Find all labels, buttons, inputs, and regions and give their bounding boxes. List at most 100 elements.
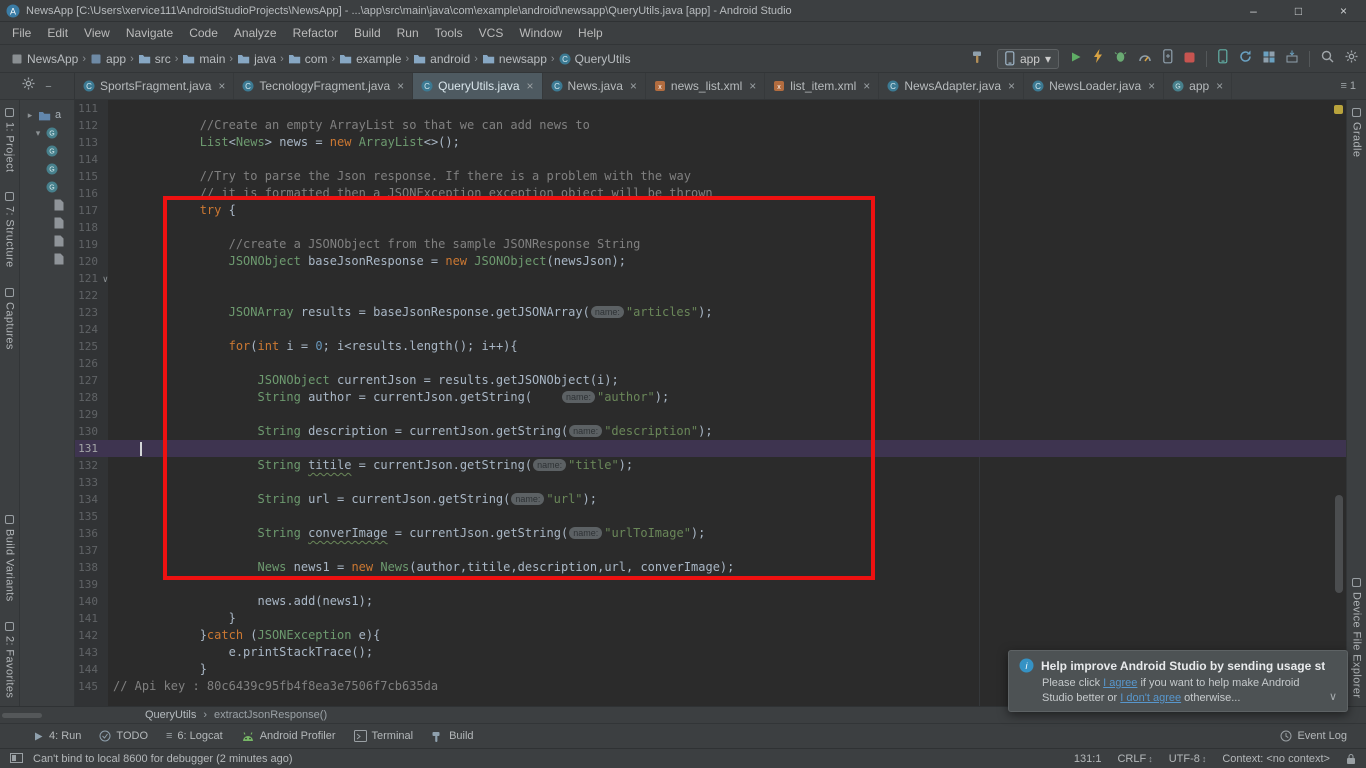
close-tab-icon[interactable]: × <box>630 79 637 93</box>
layout-inspector-button[interactable] <box>1263 50 1275 68</box>
line-number[interactable]: 135 <box>75 508 108 525</box>
tool-window-button-device-file-explorer[interactable]: Device File Explorer <box>1351 577 1363 698</box>
code-line[interactable]: 142 }catch (JSONException e){ <box>75 627 1346 644</box>
project-tree-item[interactable]: G <box>20 178 74 196</box>
project-tree-item[interactable] <box>20 232 74 250</box>
tool-window-button-1-project[interactable]: 1: Project <box>4 108 16 172</box>
navbar-item-src[interactable]: src <box>135 50 174 68</box>
code-line[interactable]: 121 ∨ <box>75 270 1346 287</box>
code-line[interactable]: 130 String description = currentJson.get… <box>75 423 1346 440</box>
attach-debugger-button[interactable] <box>1163 48 1173 69</box>
code-line[interactable]: 119 //create a JSONObject from the sampl… <box>75 236 1346 253</box>
code-line[interactable]: 131 <box>75 440 1346 457</box>
project-tree-item[interactable]: G <box>20 142 74 160</box>
tab-tecnologyfragment-java[interactable]: C TecnologyFragment.java × <box>234 73 414 99</box>
navbar-item-newsapp[interactable]: NewsApp <box>8 50 81 68</box>
tool-window-button-7-structure[interactable]: 7: Structure <box>4 192 16 268</box>
line-number[interactable]: 143 <box>75 644 108 661</box>
status-widget-utf-8[interactable]: UTF-8 ↕ <box>1169 753 1207 765</box>
project-tree-item[interactable] <box>20 196 74 214</box>
navbar-item-example[interactable]: example <box>336 50 404 68</box>
close-tab-icon[interactable]: × <box>527 79 534 93</box>
code-line[interactable]: 116 // it is formatted then a JSONExcept… <box>75 185 1346 202</box>
navbar-item-queryutils[interactable]: C QueryUtils <box>556 50 634 68</box>
menu-edit[interactable]: Edit <box>39 23 76 43</box>
project-tree-item[interactable]: G <box>20 160 74 178</box>
menu-vcs[interactable]: VCS <box>471 23 512 43</box>
device-manager-button[interactable] <box>1218 48 1228 69</box>
maximize-button[interactable]: □ <box>1276 0 1321 21</box>
breadcrumb-method[interactable]: extractJsonResponse() <box>214 709 327 721</box>
i-dont-agree-link[interactable]: I don't agree <box>1120 692 1181 704</box>
code-line[interactable]: 141 } <box>75 610 1346 627</box>
line-number[interactable]: 145 <box>75 678 108 695</box>
code-line[interactable]: 126 <box>75 355 1346 372</box>
run-config-dropdown[interactable]: app ▾ <box>996 48 1059 69</box>
code-line[interactable]: 128 String author = currentJson.getStrin… <box>75 389 1346 406</box>
code-line[interactable]: 123 JSONArray results = baseJsonResponse… <box>75 304 1346 321</box>
menu-window[interactable]: Window <box>511 23 570 43</box>
menu-analyze[interactable]: Analyze <box>226 23 285 43</box>
project-tree-item[interactable] <box>20 214 74 232</box>
line-number[interactable]: 120 <box>75 253 108 270</box>
readonly-lock-button[interactable] <box>1346 753 1356 765</box>
hidden-tabs-dropdown[interactable]: ≡ 1 <box>1330 73 1366 99</box>
tool-button-4-run[interactable]: 4: Run <box>24 724 90 748</box>
profile-button[interactable] <box>1138 50 1152 68</box>
line-number[interactable]: 124 <box>75 321 108 338</box>
line-number[interactable]: 128 <box>75 389 108 406</box>
inspections-indicator[interactable] <box>1334 105 1343 114</box>
code-line[interactable]: 120 JSONObject baseJsonResponse = new JS… <box>75 253 1346 270</box>
code-line[interactable]: 137 <box>75 542 1346 559</box>
line-number[interactable]: 139 <box>75 576 108 593</box>
minimize-button[interactable]: – <box>1231 0 1276 21</box>
code-line[interactable]: 118 <box>75 219 1346 236</box>
code-line[interactable]: 112 //Create an empty ArrayList so that … <box>75 117 1346 134</box>
line-number[interactable]: 122 <box>75 287 108 304</box>
navbar-item-com[interactable]: com <box>285 50 331 68</box>
panel-settings-button[interactable] <box>22 77 35 95</box>
code-line[interactable]: 133 <box>75 474 1346 491</box>
code-line[interactable]: 129 <box>75 406 1346 423</box>
line-number[interactable]: 129 <box>75 406 108 423</box>
menu-view[interactable]: View <box>76 23 118 43</box>
close-tab-icon[interactable]: × <box>749 79 756 93</box>
make-project-button[interactable] <box>971 49 986 69</box>
line-number[interactable]: 116 <box>75 185 108 202</box>
navbar-item-java[interactable]: java <box>234 50 279 68</box>
line-number[interactable]: 111 <box>75 100 108 117</box>
tab-queryutils-java[interactable]: C QueryUtils.java × <box>413 73 543 99</box>
line-number[interactable]: 136 <box>75 525 108 542</box>
menu-build[interactable]: Build <box>346 23 389 43</box>
line-number[interactable]: 123 <box>75 304 108 321</box>
status-widget-context-no-context[interactable]: Context: <no context> <box>1222 753 1330 765</box>
project-tree-item[interactable] <box>20 250 74 268</box>
run-button[interactable] <box>1070 50 1082 68</box>
close-tab-icon[interactable]: × <box>1008 79 1015 93</box>
line-number[interactable]: 140 <box>75 593 108 610</box>
tool-button-todo[interactable]: TODO <box>90 724 157 748</box>
menu-run[interactable]: Run <box>389 23 427 43</box>
toolwindow-switcher-icon[interactable] <box>10 752 23 765</box>
line-number[interactable]: 112 <box>75 117 108 134</box>
code-line[interactable]: 140 news.add(news1); <box>75 593 1346 610</box>
tool-window-button-2-favorites[interactable]: 2: Favorites <box>4 621 16 698</box>
line-number[interactable]: 137 <box>75 542 108 559</box>
line-number[interactable]: 130 <box>75 423 108 440</box>
tab-list-item-xml[interactable]: x list_item.xml × <box>765 73 880 99</box>
line-number[interactable]: 132 <box>75 457 108 474</box>
horizontal-scrollbar[interactable] <box>2 713 42 718</box>
line-number[interactable]: 144 <box>75 661 108 678</box>
expand-notification-icon[interactable]: ∨ <box>1329 690 1337 703</box>
tool-window-button-build-variants[interactable]: Build Variants <box>4 515 16 602</box>
navbar-item-android[interactable]: android <box>410 50 473 68</box>
line-number[interactable]: 125 <box>75 338 108 355</box>
close-button[interactable]: × <box>1321 0 1366 21</box>
line-number[interactable]: 138 <box>75 559 108 576</box>
project-tree-item[interactable]: ▾ G <box>20 124 74 142</box>
line-number[interactable]: 127 <box>75 372 108 389</box>
sync-project-button[interactable] <box>1239 50 1252 68</box>
close-tab-icon[interactable]: × <box>397 79 404 93</box>
tool-button-event-log[interactable]: Event Log <box>1271 724 1356 748</box>
line-number[interactable]: 118 <box>75 219 108 236</box>
